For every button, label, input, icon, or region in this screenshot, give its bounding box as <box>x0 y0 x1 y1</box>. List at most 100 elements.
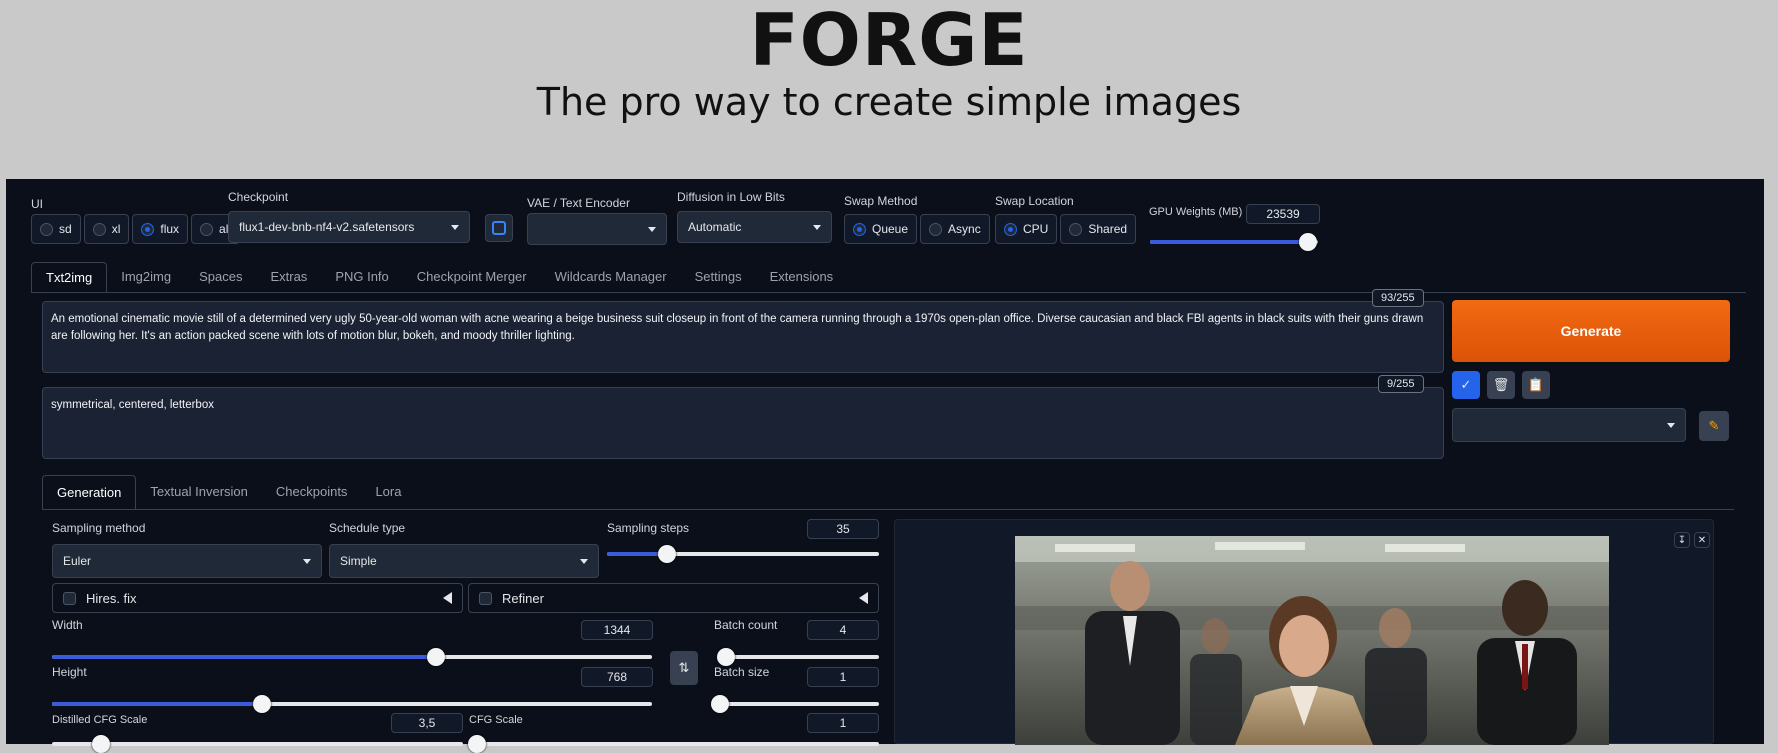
sampling-method-label: Sampling method <box>52 521 146 535</box>
chevron-down-icon <box>303 558 311 564</box>
clear-prompt-button[interactable]: 🗑 <box>1487 371 1515 399</box>
radio-icon <box>929 222 943 236</box>
paste-button[interactable]: 📋 <box>1522 371 1550 399</box>
slider-thumb[interactable] <box>427 648 445 666</box>
radio-icon <box>40 222 53 236</box>
hires-fix-accordion[interactable]: Hires. fix <box>52 583 463 613</box>
height-input[interactable]: 768 <box>581 667 653 687</box>
forge-app: UI sd xl flux all Checkpoint flux1-dev-b… <box>6 179 1764 753</box>
tab-spaces[interactable]: Spaces <box>185 262 256 292</box>
trash-icon: 🗑 <box>1492 377 1510 392</box>
ui-label: UI <box>31 197 43 211</box>
hero-title: FORGE <box>749 0 1029 82</box>
radio-icon <box>92 222 106 236</box>
chevron-down-icon <box>451 224 459 230</box>
diffusion-dropdown[interactable]: Automatic <box>677 211 832 243</box>
vae-dropdown[interactable] <box>527 213 667 245</box>
batch-count-label: Batch count <box>714 618 778 632</box>
checkpoint-dropdown[interactable]: flux1-dev-bnb-nf4-v2.safetensors <box>228 211 470 243</box>
tab-checkpoints[interactable]: Checkpoints <box>262 475 362 509</box>
clipboard-icon: 📋 <box>1527 377 1545 392</box>
prompt-textarea[interactable]: An emotional cinematic movie still of a … <box>42 301 1444 373</box>
swap-location-label: Swap Location <box>995 194 1074 208</box>
edit-styles-button[interactable]: ✎ <box>1699 411 1729 441</box>
swap-arrows-icon: ⇅ <box>678 660 690 675</box>
generated-image-art <box>1015 536 1609 745</box>
sampling-steps-input[interactable]: 35 <box>807 519 879 539</box>
swap-method-async[interactable]: Async <box>920 214 990 244</box>
slider-thumb[interactable] <box>468 735 487 753</box>
swap-location-cpu[interactable]: CPU <box>995 214 1058 244</box>
slider-thumb[interactable] <box>711 695 729 713</box>
chevron-down-icon <box>580 558 588 564</box>
refiner-checkbox[interactable] <box>479 591 492 605</box>
checkmark-icon: ✓ <box>1460 377 1472 392</box>
tab-img2img[interactable]: Img2img <box>107 262 185 292</box>
hires-fix-checkbox[interactable] <box>63 591 76 605</box>
sampling-steps-label: Sampling steps <box>607 521 690 535</box>
tab-txt2img[interactable]: Txt2img <box>31 262 108 292</box>
slider-thumb[interactable] <box>717 648 736 666</box>
sampling-method-dropdown[interactable]: Euler <box>52 544 322 578</box>
download-button[interactable]: ↧ <box>1674 532 1690 548</box>
negative-prompt-textarea[interactable]: symmetrical, centered, letterbox <box>42 387 1444 459</box>
cfg-scale-slider[interactable] <box>468 735 879 753</box>
collapse-arrow-icon <box>859 592 868 604</box>
tab-extras[interactable]: Extras <box>256 262 321 292</box>
batch-count-slider[interactable] <box>717 648 879 666</box>
collapse-arrow-icon <box>443 592 452 604</box>
generate-button[interactable]: Generate <box>1452 300 1730 362</box>
slider-fill <box>52 655 436 659</box>
generated-image[interactable] <box>1015 536 1609 745</box>
cfg-scale-input[interactable]: 1 <box>807 713 879 733</box>
chevron-down-icon <box>1667 422 1675 428</box>
swap-method-queue[interactable]: Queue <box>844 214 918 244</box>
tab-textual-inversion[interactable]: Textual Inversion <box>136 475 262 509</box>
style-apply-button[interactable]: ✓ <box>1452 371 1480 399</box>
gpu-weights-input[interactable]: 23539 <box>1246 204 1320 224</box>
download-icon: ↧ <box>1677 534 1687 546</box>
width-slider[interactable] <box>52 648 652 666</box>
ui-option-sd[interactable]: sd <box>31 214 81 244</box>
checkpoint-label: Checkpoint <box>228 190 289 204</box>
height-label: Height <box>52 665 87 679</box>
refiner-accordion[interactable]: Refiner <box>468 583 879 613</box>
slider-thumb[interactable] <box>92 735 111 753</box>
height-slider[interactable] <box>52 695 652 713</box>
swap-location-group: CPU Shared <box>995 214 1137 244</box>
main-tabs: Txt2img Img2img Spaces Extras PNG Info C… <box>31 262 847 292</box>
distilled-cfg-input[interactable]: 3,5 <box>391 713 463 733</box>
slider-fill <box>52 702 262 706</box>
ui-option-flux[interactable]: flux <box>132 214 189 244</box>
tab-settings[interactable]: Settings <box>681 262 756 292</box>
slider-thumb[interactable] <box>253 695 271 713</box>
tab-divider <box>31 292 1746 293</box>
styles-dropdown[interactable] <box>1452 408 1686 442</box>
refresh-button[interactable] <box>485 214 513 242</box>
gpu-weights-slider[interactable] <box>1150 233 1318 251</box>
tab-checkpoint-merger[interactable]: Checkpoint Merger <box>403 262 541 292</box>
tab-extensions[interactable]: Extensions <box>756 262 848 292</box>
swap-location-shared[interactable]: Shared <box>1060 214 1137 244</box>
distilled-cfg-slider[interactable] <box>52 735 463 753</box>
tab-lora[interactable]: Lora <box>361 475 415 509</box>
slider-thumb[interactable] <box>1298 233 1317 251</box>
width-label: Width <box>52 618 83 632</box>
batch-size-slider[interactable] <box>711 695 879 713</box>
diffusion-label: Diffusion in Low Bits <box>677 190 785 204</box>
tab-generation[interactable]: Generation <box>42 475 137 509</box>
tab-png-info[interactable]: PNG Info <box>321 262 402 292</box>
sampling-steps-slider[interactable] <box>607 545 879 563</box>
ui-option-xl[interactable]: xl <box>83 214 130 244</box>
batch-size-input[interactable]: 1 <box>807 667 879 687</box>
schedule-type-dropdown[interactable]: Simple <box>329 544 599 578</box>
swap-dimensions-button[interactable]: ⇅ <box>670 651 698 685</box>
tab-wildcards-manager[interactable]: Wildcards Manager <box>541 262 681 292</box>
batch-count-input[interactable]: 4 <box>807 620 879 640</box>
batch-size-label: Batch size <box>714 665 770 679</box>
slider-thumb[interactable] <box>657 545 676 563</box>
hero-subtitle: The pro way to create simple images <box>536 80 1242 124</box>
close-button[interactable]: ✕ <box>1694 532 1710 548</box>
width-input[interactable]: 1344 <box>581 620 653 640</box>
chevron-down-icon <box>648 226 656 232</box>
